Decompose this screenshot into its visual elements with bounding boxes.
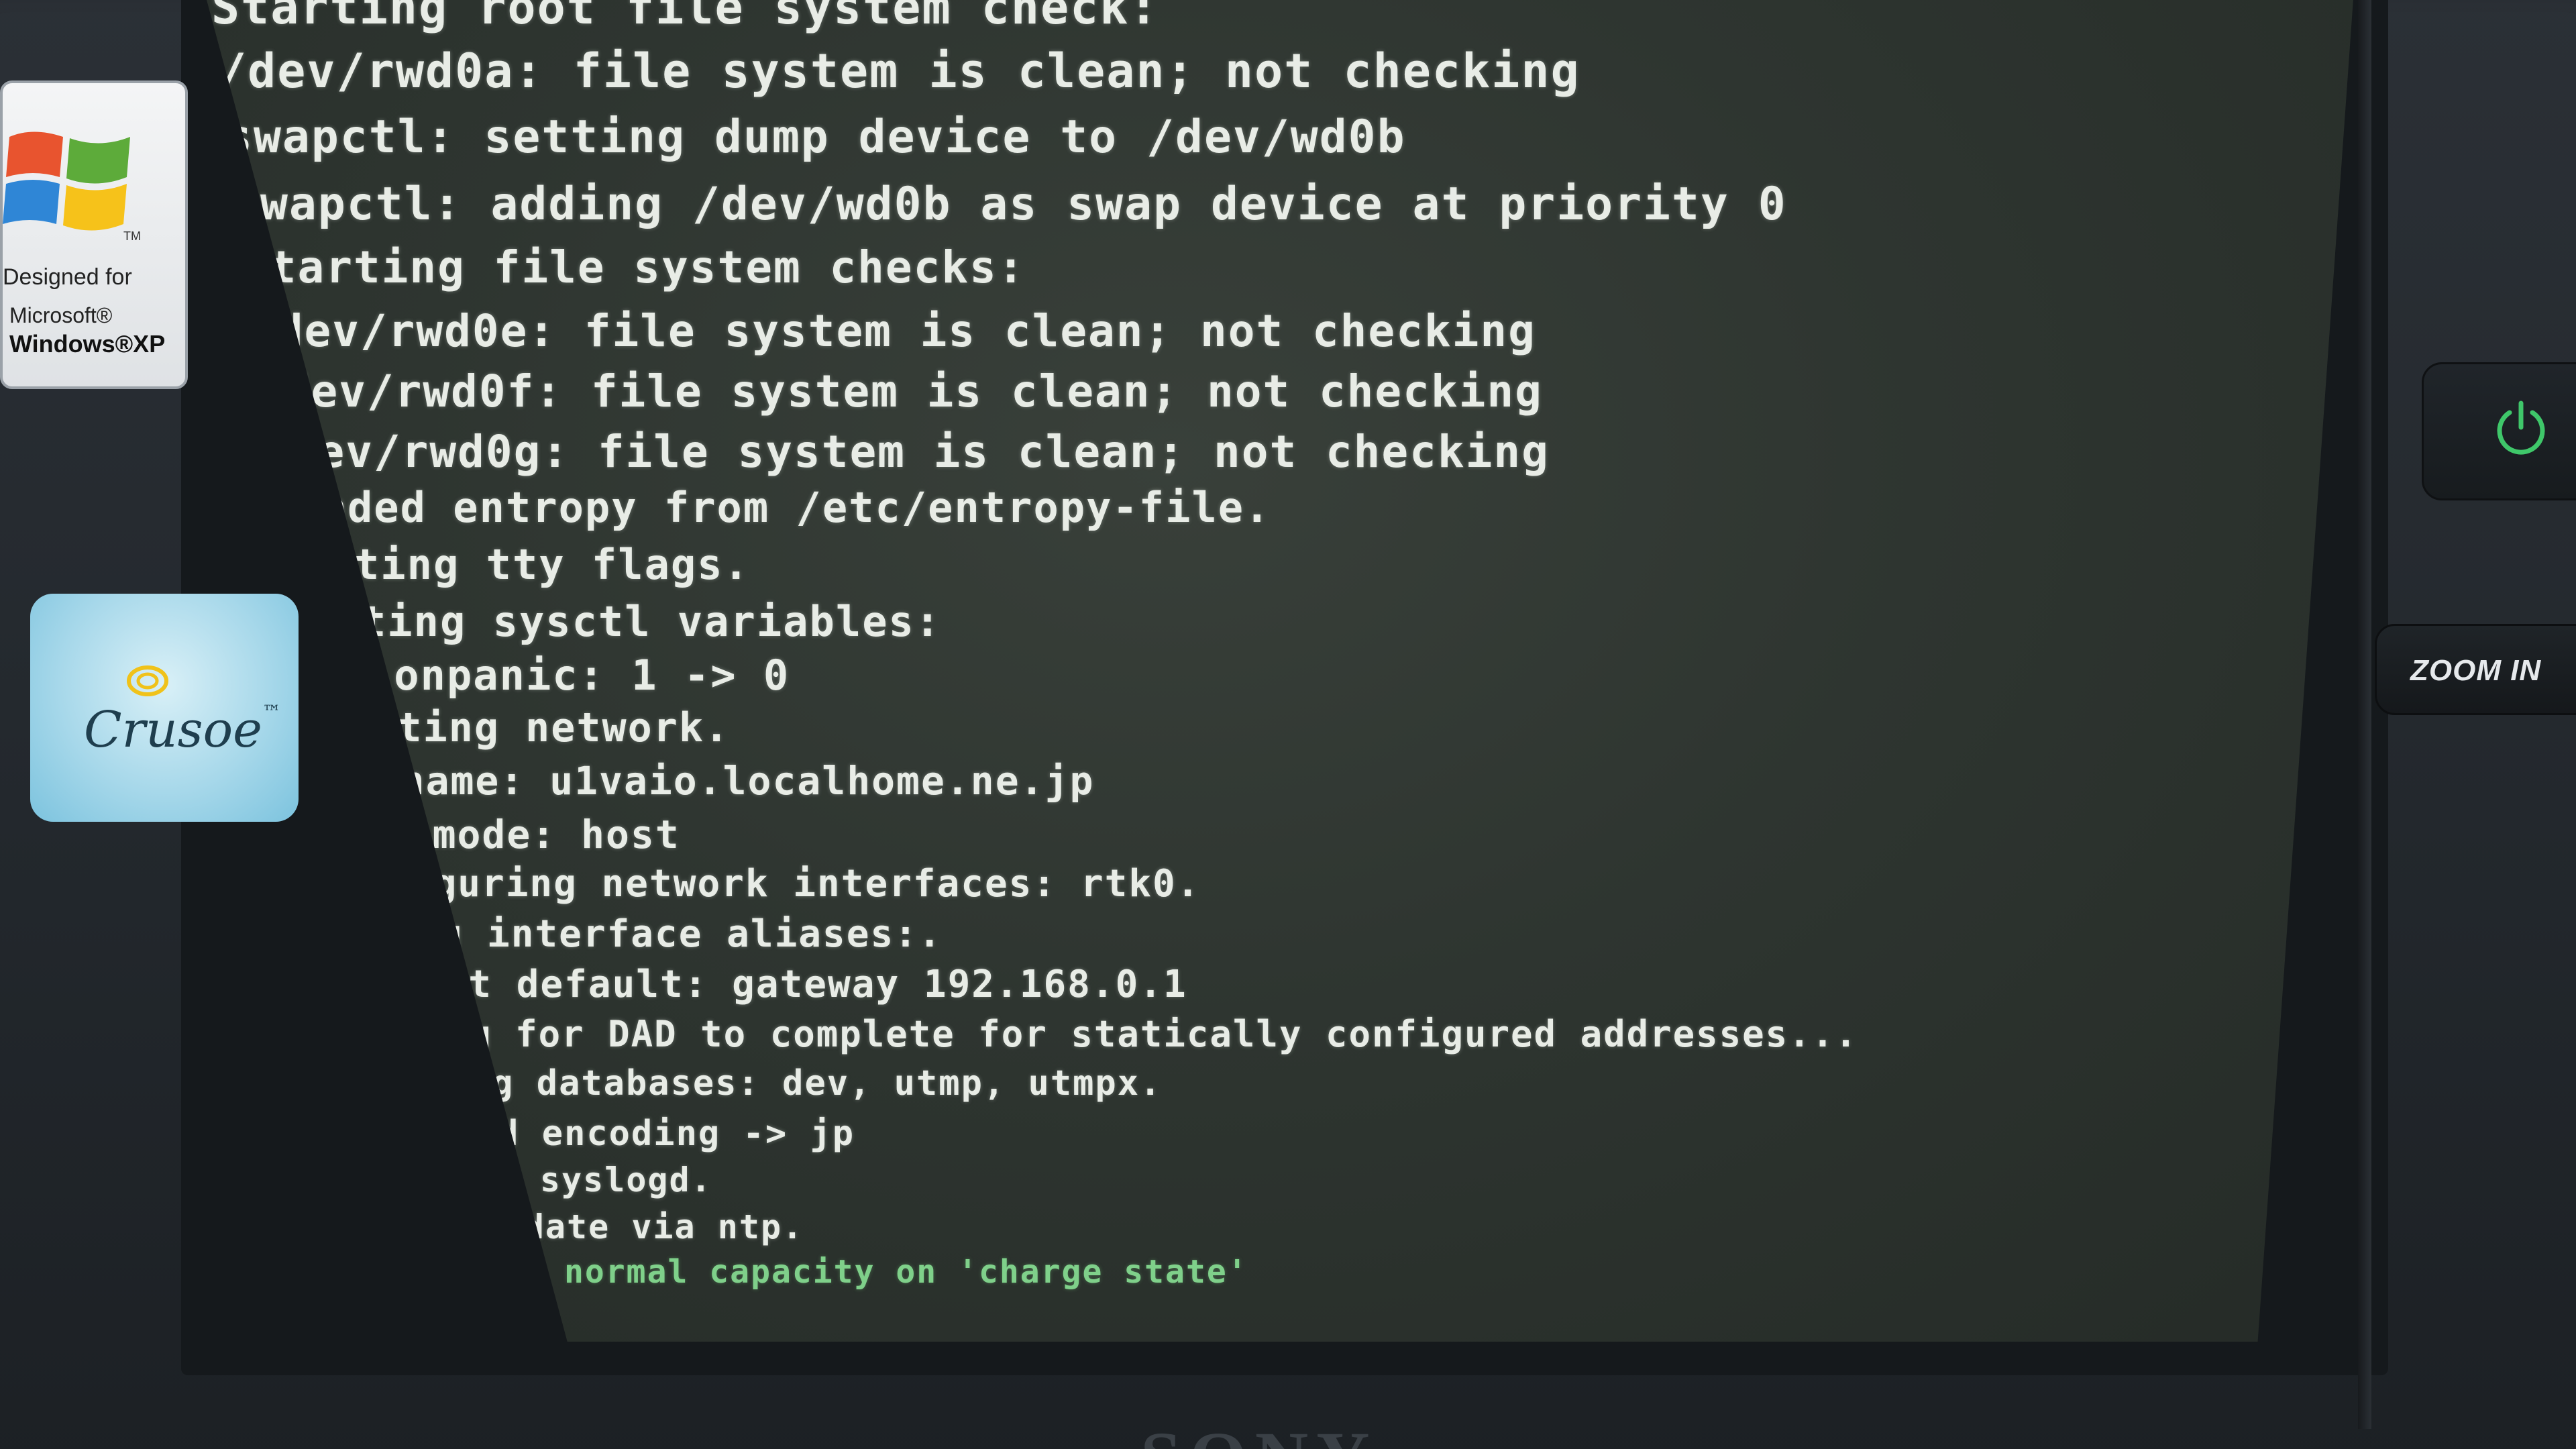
windows-xp-label: Windows®XP <box>9 330 166 358</box>
sony-brand-logo: SONY <box>1140 1415 1378 1449</box>
designed-for-label: Designed for <box>3 264 132 290</box>
windows-flag-icon <box>3 131 130 231</box>
xp-trademark: TM <box>123 229 141 243</box>
photo-scene: Starting root file system check: /dev/rw… <box>0 0 2576 1449</box>
laptop-device: Starting root file system check: /dev/rw… <box>0 0 2576 1449</box>
console-line: /dev/rwd0g: file system is clean; not ch… <box>262 426 1550 478</box>
windows-xp-sticker: TM Designed for Microsoft® Windows®XP <box>0 80 188 389</box>
console-line: /dev/rwd0a: file system is clean; not ch… <box>218 44 1580 99</box>
crusoe-trademark: ™ <box>262 701 281 723</box>
console-line: swapctl: adding /dev/wd0b as swap device… <box>231 178 1787 231</box>
power-icon <box>2497 400 2545 455</box>
zoom-in-label: ZOOM IN <box>2410 654 2542 687</box>
zoom-in-button[interactable]: ZOOM IN <box>2375 624 2576 715</box>
crusoe-swirl-icon <box>127 665 168 696</box>
console-line: swapctl: setting dump device to /dev/wd0… <box>225 111 1406 164</box>
console-line: Loaded entropy from /etc/entropy-file. <box>268 483 1271 532</box>
screen: Starting root file system check: /dev/rw… <box>201 0 2355 1342</box>
console-line: Starting root file system check: <box>211 0 1159 35</box>
bezel-ridge <box>2358 0 2371 1429</box>
boot-console: Starting root file system check: /dev/rw… <box>201 0 2355 1342</box>
console-line: Setting sysctl variables: <box>282 597 942 646</box>
crusoe-label: Crusoe™ <box>84 701 281 759</box>
console-line: /dev/rwd0e: file system is clean; not ch… <box>248 305 1536 357</box>
console-line: /dev/rwd0f: file system is clean; not ch… <box>255 366 1543 417</box>
console-line: Starting file system checks: <box>241 241 1026 293</box>
microsoft-label: Microsoft® <box>9 303 113 327</box>
crusoe-sticker: Crusoe™ <box>30 594 299 822</box>
power-button[interactable] <box>2422 362 2576 500</box>
crusoe-name: Crusoe <box>84 701 262 759</box>
console-line: Waiting for DAD to complete for statical… <box>330 1013 1858 1055</box>
